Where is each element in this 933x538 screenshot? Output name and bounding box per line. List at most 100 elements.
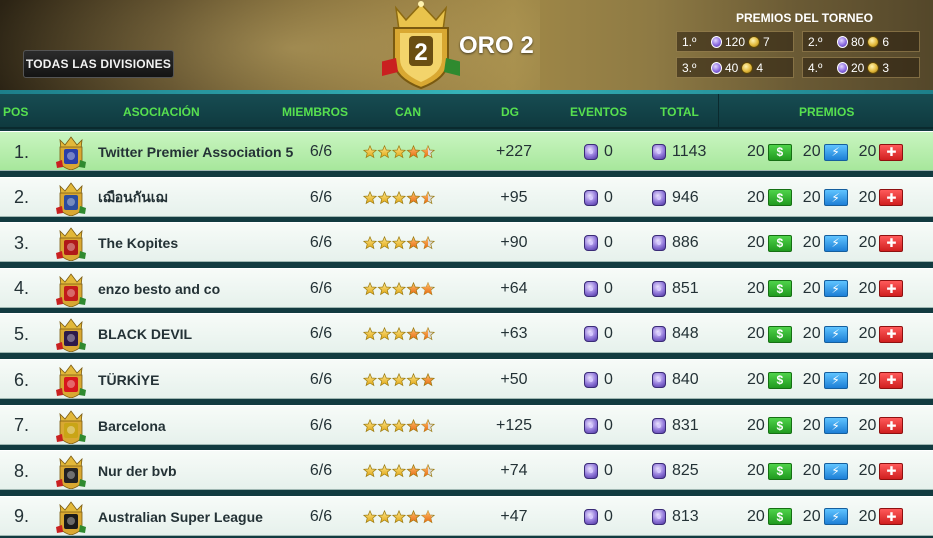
event-gem-icon	[584, 372, 598, 388]
events-value: 0	[604, 462, 613, 480]
green-cash-icon: $	[767, 189, 792, 207]
row-prizes: 20 $20 ⚡ 20 ✚	[747, 360, 927, 400]
prize-cash-value: 20	[747, 371, 765, 388]
green-cash-icon: $	[767, 280, 792, 298]
association-crest-icon	[55, 223, 87, 263]
prize-energy-value: 20	[802, 416, 821, 434]
total-gem-icon	[652, 144, 666, 160]
table-row[interactable]: 5. BLACK DEVIL 6/6 +63 0 848 20 $20 ⚡ 20 ✚	[0, 313, 933, 354]
row-dg: +95	[500, 188, 528, 206]
column-can[interactable]: CAN	[395, 105, 421, 119]
prize-place: 4.º	[808, 60, 823, 75]
green-cash-icon: $	[767, 143, 792, 161]
all-divisions-button[interactable]: TODAS LAS DIVISIONES	[23, 50, 174, 78]
events-value: 0	[604, 371, 613, 388]
column-dg[interactable]: DG	[501, 105, 519, 119]
rating-stars	[362, 144, 436, 159]
row-position: 6.	[14, 369, 30, 390]
total-value: 840	[672, 371, 699, 388]
prize-cash-value: 20	[747, 188, 765, 206]
total-value: 831	[672, 416, 699, 434]
gem-icon	[837, 61, 848, 74]
prize-medical-value: 20	[858, 507, 877, 525]
table-row[interactable]: 4. enzo besto and co 6/6 +64 0 851 20 $20 ⚡ 20 ✚	[0, 267, 933, 309]
event-gem-icon	[584, 326, 598, 343]
row-position: 2.	[14, 187, 30, 208]
column-members[interactable]: MIEMBROS	[282, 105, 348, 119]
total-gem-icon	[652, 326, 666, 343]
association-name[interactable]: Nur der bvb	[98, 451, 177, 491]
table-row[interactable]: 7. Barcelona 6/6 +125 0 831 20 $20 ⚡ 20 ✚	[0, 404, 933, 446]
coin-icon	[867, 61, 880, 74]
association-name[interactable]: เฌือนกันเฌ	[98, 178, 168, 218]
total-value: 886	[672, 234, 699, 252]
table-row[interactable]: 9. Australian Super League 6/6 +47 0 813 20 $20…	[0, 495, 933, 537]
event-gem-icon	[584, 280, 598, 297]
table-row[interactable]: 3. The Kopites 6/6 +90 0 886 20 $20 ⚡ 20 ✚	[0, 222, 933, 263]
column-events[interactable]: EVENTOS	[570, 105, 627, 119]
prize-third-place: 3.º 40 4	[676, 57, 794, 78]
row-prizes: 20 $20 ⚡ 20 ✚	[747, 269, 927, 309]
row-position: 8.	[14, 460, 30, 481]
row-can-stars	[362, 223, 452, 263]
row-position: 7.	[14, 415, 30, 436]
association-crest-icon	[55, 132, 87, 172]
green-cash-icon: $	[767, 325, 792, 343]
table-row[interactable]: 8. Nur der bvb 6/6 +74 0 825 20 $20 ⚡ 20 ✚	[0, 450, 933, 491]
prize-gems: 120	[725, 34, 746, 49]
total-gem-icon	[652, 235, 666, 252]
row-position: 9.	[14, 506, 30, 527]
row-members: 6/6	[309, 507, 333, 525]
table-row[interactable]: 1. Twitter Premier Association 5 6/6 +227 0 1…	[0, 131, 933, 171]
table-header: POS ASOCIACIÓN MIEMBROS CAN DG EVENTOS T…	[0, 94, 933, 129]
green-cash-icon: $	[767, 371, 792, 389]
rating-stars	[362, 464, 436, 478]
association-name[interactable]: Barcelona	[98, 406, 166, 446]
row-members: 6/6	[309, 188, 333, 206]
row-total: 831	[652, 406, 716, 446]
event-gem-icon	[584, 189, 598, 206]
row-events: 0	[584, 314, 624, 354]
row-dg: +90	[500, 234, 528, 252]
row-total: 840	[652, 360, 716, 400]
row-events: 0	[584, 132, 624, 172]
events-value: 0	[604, 279, 613, 297]
prize-medical-value: 20	[858, 188, 877, 206]
table-row[interactable]: 2. เฌือนกันเฌ 6/6 +95 0 946 20 $20 ⚡ 20 ✚	[0, 176, 933, 218]
association-name[interactable]: BLACK DEVIL	[98, 314, 192, 354]
association-name[interactable]: enzo besto and co	[98, 269, 220, 309]
column-pos[interactable]: POS	[3, 105, 28, 119]
prize-fourth-place: 4.º 20 3	[802, 57, 920, 78]
division-badge-number: 2	[414, 39, 427, 66]
prize-energy-value: 20	[802, 325, 821, 343]
prize-cash-value: 20	[747, 143, 765, 160]
association-name[interactable]: Australian Super League	[98, 497, 263, 537]
row-position: 5.	[14, 323, 30, 344]
association-name[interactable]: The Kopites	[98, 223, 178, 263]
row-prizes: 20 $20 ⚡ 20 ✚	[747, 451, 927, 491]
rating-stars	[362, 190, 436, 204]
prize-energy-value: 20	[802, 188, 821, 206]
row-members: 6/6	[309, 143, 333, 160]
association-name[interactable]: Twitter Premier Association 5	[98, 132, 293, 172]
events-value: 0	[604, 234, 613, 252]
red-medical-icon: ✚	[879, 508, 904, 526]
row-can-stars	[362, 178, 452, 218]
prize-gems: 80	[851, 34, 865, 49]
table-row[interactable]: 6. TÜRKİYE 6/6 +50 0 840 20 $20 ⚡ 20 ✚	[0, 359, 933, 399]
events-value: 0	[604, 507, 613, 525]
association-crest-icon	[55, 497, 87, 537]
row-can-stars	[362, 132, 452, 172]
coin-icon	[867, 35, 880, 48]
association-name[interactable]: TÜRKİYE	[98, 360, 159, 400]
prize-cash-value: 20	[747, 507, 765, 525]
row-total: 886	[652, 223, 716, 263]
event-gem-icon	[584, 144, 598, 160]
prize-second-place: 2.º 80 6	[802, 31, 920, 52]
column-prizes[interactable]: PREMIOS	[799, 105, 854, 119]
column-total[interactable]: TOTAL	[660, 105, 699, 119]
rating-stars	[362, 281, 436, 296]
column-association[interactable]: ASOCIACIÓN	[123, 105, 200, 119]
row-position: 4.	[14, 278, 30, 299]
row-position: 1.	[14, 141, 30, 162]
